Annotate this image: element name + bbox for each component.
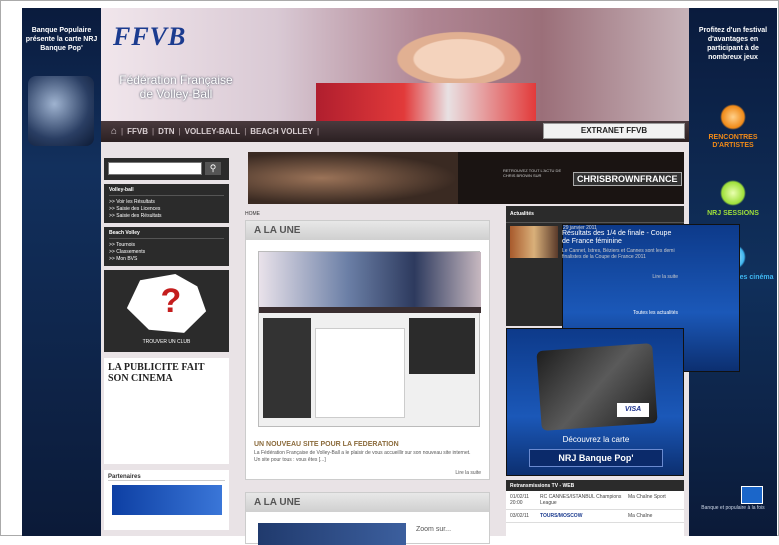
news-headline[interactable]: Résultats des 1/4 de finale - Coupe de F… [562, 230, 680, 246]
site-subtitle: Fédération Française de Volley-Ball [119, 73, 233, 101]
pub-text: LA PUBLICITE FAIT SON CINEMA [108, 362, 205, 384]
volley-link[interactable]: >> Saisie des Licences [109, 206, 224, 213]
left-skin-ad[interactable]: Banque Populaire présente la carte NRJ B… [22, 8, 101, 536]
camera-image [28, 76, 94, 146]
une-title: A LA UNE [246, 221, 489, 240]
search-icon[interactable]: ⚲ [205, 162, 221, 175]
beach-link[interactable]: >> Classements [109, 249, 224, 256]
news-text: Le Cannet, Istres, Béziers et Cannes son… [562, 248, 675, 260]
tv-box: Retransmissions TV - WEB 01/02/11 20:00 … [506, 480, 684, 544]
banque-populaire-logo [741, 486, 763, 504]
beach-link[interactable]: >> Tournois [109, 242, 224, 249]
actualites-title: Actualités [506, 206, 684, 223]
left-column: ⚲ Volley-ball >> Voir les Résultats >> S… [104, 158, 229, 530]
beach-title: Beach Volley [109, 230, 224, 239]
une2-title: A LA UNE [246, 493, 489, 512]
actualites-box: Actualités 29 janvier 2011 Résultats des… [506, 206, 740, 372]
sessions-label: NRJ SESSIONS [707, 210, 759, 217]
partners-box: Partenaires [104, 470, 229, 530]
nav-dtn[interactable]: DTN [154, 127, 178, 136]
site-screenshot[interactable] [258, 251, 481, 427]
sessions-item[interactable]: NRJ SESSIONS [689, 180, 777, 218]
hero-jersey [316, 83, 536, 121]
une-card-2: A LA UNE Zoom sur... [245, 492, 490, 545]
partners-title: Partenaires [108, 474, 225, 481]
right-skin-text: Profitez d'un festival d'avantages en pa… [698, 27, 768, 61]
rencontres-item[interactable]: RENCONTRES D'ARTISTES [689, 104, 777, 150]
search-box: ⚲ [104, 158, 229, 180]
banner-face [248, 152, 458, 204]
nav-ffvb[interactable]: FFVB [123, 127, 152, 136]
table-row[interactable]: 03/02/11 TOURS/MOSCOW Ma Chaîne [506, 510, 684, 523]
chris-brown-banner[interactable]: RETROUVEZ TOUT L'ACTU DE CHRIS BROWN SUR… [248, 152, 684, 204]
table-row[interactable]: 01/02/11 20:00 RC CANNES/ISTANBUL Champi… [506, 491, 684, 510]
volley-link[interactable]: >> Saisie des Résultats [109, 213, 224, 220]
news-read-more[interactable]: Lire la suite [652, 274, 678, 280]
glow-icon [720, 104, 746, 130]
tv-title: Retransmissions TV - WEB [506, 480, 684, 491]
home-icon[interactable]: ⌂ [101, 126, 121, 137]
news-image[interactable] [510, 226, 558, 258]
find-club-box[interactable]: ? TROUVER UN CLUB [104, 270, 229, 352]
extranet-button[interactable]: EXTRANET FFVB [543, 123, 685, 139]
main-nav: ⌂ | FFVB | DTN | VOLLEY-BALL | BEACH VOLLEY… [101, 121, 689, 142]
volley-link[interactable]: >> Voir les Résultats [109, 199, 224, 206]
une2-image[interactable] [258, 523, 406, 545]
volley-title: Volley-ball [109, 187, 224, 196]
all-news-link[interactable]: Toutes les actualités [633, 310, 678, 316]
france-map-icon: ? [126, 274, 207, 333]
glow-icon [720, 180, 746, 206]
ffvb-logo[interactable]: FFVB [113, 22, 253, 56]
breadcrumb[interactable]: HOME [245, 211, 260, 217]
read-more-link[interactable]: Lire la suite [455, 470, 481, 476]
beach-link[interactable]: >> Mon BVS [109, 256, 224, 263]
ad-text: Découvrez la carte [562, 435, 630, 444]
partner-logo[interactable] [111, 485, 222, 515]
ad-button[interactable]: NRJ Banque Pop' [529, 449, 663, 467]
article-title[interactable]: UN NOUVEAU SITE POUR LA FEDERATION [254, 441, 399, 448]
article-text: La Fédération Française de Volley-Ball a… [254, 450, 471, 463]
site-header: FFVB Fédération Française de Volley-Ball [101, 8, 689, 121]
find-club-label: TROUVER UN CLUB [142, 339, 191, 345]
pub-box[interactable]: LA PUBLICITE FAIT SON CINEMA [104, 358, 229, 464]
une-card: A LA UNE UN NOUVEAU SITE POUR LA FEDERAT… [245, 220, 490, 480]
zoom-label[interactable]: Zoom sur... [416, 526, 451, 533]
banner-logo: CHRISBROWNFRANCE [573, 172, 682, 186]
nav-volley-ball[interactable]: VOLLEY-BALL [181, 127, 245, 136]
rencontres-label: RENCONTRES D'ARTISTES [708, 134, 758, 149]
main-site: FFVB Fédération Française de Volley-Ball… [101, 8, 740, 545]
banner-text: RETROUVEZ TOUT L'ACTU DE CHRIS BROWN SUR [503, 168, 562, 178]
left-skin-text: Banque Populaire présente la carte NRJ B… [25, 27, 98, 52]
logo-text: FFVB [113, 22, 187, 51]
beach-box: Beach Volley >> Tournois >> Classements … [104, 227, 229, 266]
visa-logo: VISA [617, 403, 649, 417]
bank-card-image [536, 343, 658, 431]
nrj-card-ad[interactable]: VISA Découvrez la carte NRJ Banque Pop' [506, 328, 684, 476]
nav-beach-volley[interactable]: BEACH VOLLEY [246, 127, 317, 136]
search-input[interactable] [108, 162, 202, 175]
right-skin-footer: Banque et populaire à la fois [701, 505, 765, 511]
volley-box: Volley-ball >> Voir les Résultats >> Sai… [104, 184, 229, 223]
